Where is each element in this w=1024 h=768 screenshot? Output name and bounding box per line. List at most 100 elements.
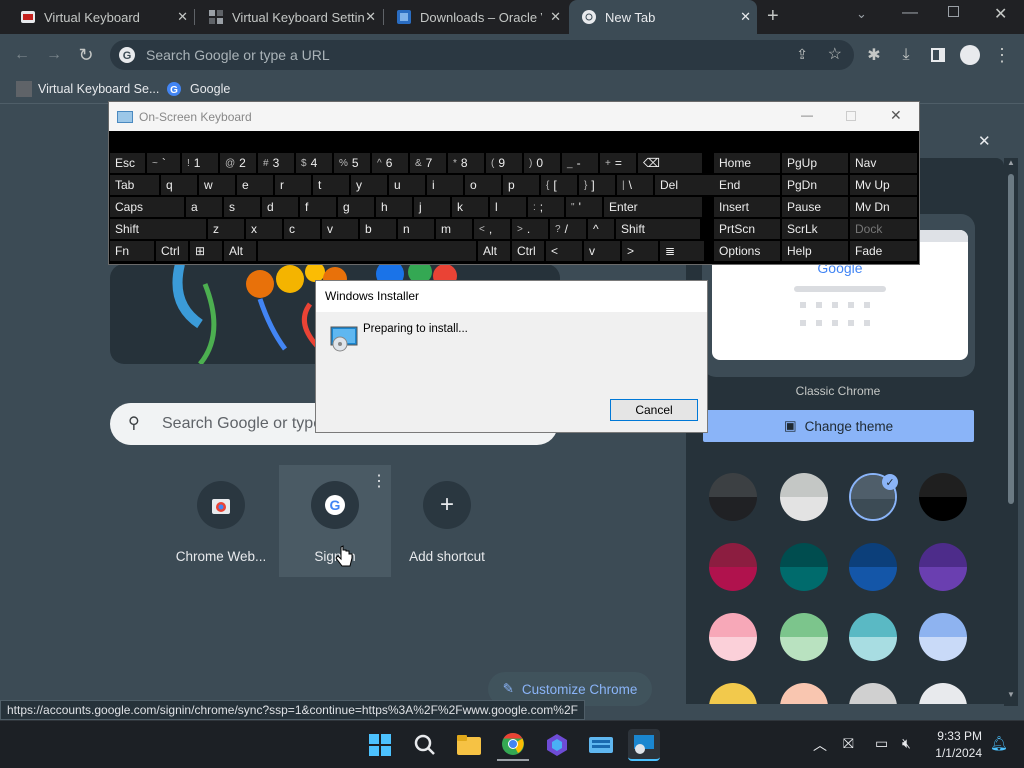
osk-key[interactable]: Tab [110, 175, 159, 195]
keyboard-app-icon[interactable] [585, 729, 617, 761]
color-swatch[interactable] [780, 613, 828, 661]
file-explorer-icon[interactable] [453, 729, 485, 761]
osk-key[interactable]: ) 0 [524, 153, 560, 173]
osk-key[interactable]: + = [600, 153, 636, 173]
omnibox[interactable]: G Search Google or type a URL ⇪ ☆ [110, 40, 854, 70]
osk-key[interactable]: i [427, 175, 463, 195]
osk-key[interactable]: m [436, 219, 472, 239]
osk-key[interactable]: * 8 [448, 153, 484, 173]
tab-downloads-oracle[interactable]: Downloads – Oracle V ✕ [384, 0, 567, 34]
display-icon[interactable]: ▭ [875, 735, 888, 752]
color-swatch[interactable] [919, 613, 967, 661]
osk-nav-key[interactable]: PgUp [782, 153, 848, 173]
color-swatch[interactable] [919, 543, 967, 591]
search-icon[interactable] [409, 729, 441, 761]
tab-virtual-keyboard-settings[interactable]: Virtual Keyboard Settin ✕ [196, 0, 382, 34]
osk-key[interactable]: % 5 [334, 153, 370, 173]
close-tab-icon[interactable]: ✕ [365, 9, 376, 25]
shortcut-add[interactable]: + Add shortcut [391, 465, 503, 577]
osk-key[interactable]: s [224, 197, 260, 217]
osk-key[interactable]: < [546, 241, 582, 261]
osk-key[interactable]: Fn [110, 241, 154, 261]
osk-key[interactable]: ⌫ [638, 153, 702, 173]
osk-key[interactable]: h [376, 197, 412, 217]
close-window-icon[interactable]: ✕ [994, 4, 1007, 24]
osk-key[interactable]: d [262, 197, 298, 217]
close-panel-icon[interactable]: ✕ [978, 132, 991, 150]
back-icon[interactable]: ← [10, 43, 34, 67]
restore-icon[interactable] [948, 6, 959, 17]
osk-key[interactable]: k [452, 197, 488, 217]
new-tab-icon[interactable]: + [767, 5, 779, 28]
reload-icon[interactable]: ↻ [74, 43, 98, 67]
osk-key[interactable]: $4 [296, 153, 332, 173]
osk-key[interactable]: ^ [588, 219, 614, 239]
osk-key[interactable]: Caps [110, 197, 184, 217]
osk-nav-key[interactable]: End [714, 175, 780, 195]
cancel-button[interactable]: Cancel [610, 399, 698, 421]
osk-key[interactable]: e [237, 175, 273, 195]
osk-key[interactable]: " ' [566, 197, 602, 217]
menu-icon[interactable]: ⋮ [990, 43, 1014, 67]
osk-key[interactable]: Enter [604, 197, 702, 217]
color-swatch[interactable] [709, 543, 757, 591]
osk-key[interactable]: Alt [478, 241, 510, 261]
forward-icon[interactable]: → [42, 43, 66, 67]
osk-key[interactable]: t [313, 175, 349, 195]
color-swatch[interactable] [849, 543, 897, 591]
osk-key[interactable]: a [186, 197, 222, 217]
installer-taskbar-icon[interactable] [628, 729, 660, 761]
color-swatch[interactable] [780, 683, 828, 704]
osk-key[interactable]: Alt [224, 241, 256, 261]
osk-key[interactable]: z [208, 219, 244, 239]
clock-date[interactable]: 1/1/2024 [922, 746, 982, 760]
osk-nav-key[interactable]: Insert [714, 197, 780, 217]
osk-key[interactable]: x [246, 219, 282, 239]
osk-key[interactable]: n [398, 219, 434, 239]
osk-minimize-icon[interactable]: — [801, 108, 813, 122]
osk-key[interactable]: Esc [110, 153, 145, 173]
osk-key[interactable]: y [351, 175, 387, 195]
osk-key[interactable]: ≣ [660, 241, 704, 261]
osk-key[interactable]: #3 [258, 153, 294, 173]
osk-nav-key[interactable]: Options [714, 241, 780, 261]
osk-close-icon[interactable]: ✕ [890, 107, 902, 124]
shortcut-more-icon[interactable]: ⋮ [371, 471, 387, 491]
color-swatch[interactable] [709, 473, 757, 521]
bookmark-google[interactable]: G Google [166, 81, 230, 97]
color-swatch[interactable] [919, 683, 967, 704]
minimize-icon[interactable]: — [902, 4, 918, 22]
tab-virtual-keyboard[interactable]: Virtual Keyboard ✕ [0, 0, 194, 34]
osk-key[interactable]: }] [579, 175, 615, 195]
osk-key[interactable]: w [199, 175, 235, 195]
color-swatch[interactable] [780, 543, 828, 591]
osk-key[interactable]: Shift [110, 219, 206, 239]
color-swatch[interactable] [919, 473, 967, 521]
osk-nav-key[interactable]: PgDn [782, 175, 848, 195]
color-swatch[interactable] [709, 613, 757, 661]
osk-key[interactable]: @2 [220, 153, 256, 173]
osk-key[interactable]: g [338, 197, 374, 217]
osk-nav-key[interactable]: Mv Up [850, 175, 917, 195]
osk-key[interactable]: j [414, 197, 450, 217]
osk-nav-key[interactable]: Home [714, 153, 780, 173]
volume-mute-icon[interactable]: 🔇︎ [902, 735, 911, 752]
network-off-icon[interactable]: ⛝ [843, 735, 854, 752]
osk-key[interactable]: ! 1 [182, 153, 218, 173]
osk-key[interactable]: Shift [616, 219, 700, 239]
color-swatch[interactable] [849, 613, 897, 661]
osk-key[interactable]: ⊞ [190, 241, 222, 261]
osk-nav-key[interactable]: PrtScn [714, 219, 780, 239]
osk-nav-key[interactable]: Dock [850, 219, 917, 239]
close-tab-icon[interactable]: ✕ [550, 9, 561, 25]
osk-key[interactable]: ~ ` [147, 153, 180, 173]
bookmark-star-icon[interactable]: ☆ [828, 44, 842, 64]
osk-key[interactable]: b [360, 219, 396, 239]
osk-key[interactable] [258, 241, 476, 261]
app-icon[interactable] [541, 729, 573, 761]
osk-key[interactable]: > [622, 241, 658, 261]
tab-search-icon[interactable]: ⌄ [856, 6, 867, 22]
tab-new-tab[interactable]: New Tab ✕ [569, 0, 757, 34]
osk-nav-key[interactable]: ScrLk [782, 219, 848, 239]
color-swatch[interactable] [849, 683, 897, 704]
